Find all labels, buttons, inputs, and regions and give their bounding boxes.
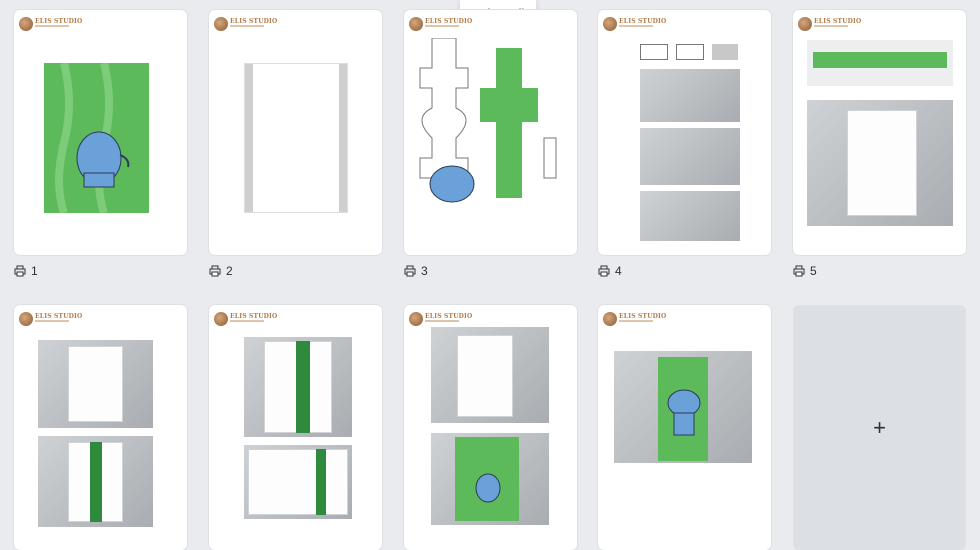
page-label-4: 4 xyxy=(598,264,622,278)
instruction-photo-3 xyxy=(640,191,740,241)
instruction-photo-top xyxy=(807,40,953,86)
instruction-photo-1 xyxy=(431,327,549,423)
page-thumbnail-9[interactable]: ELIS STUDIO xyxy=(598,305,771,550)
brand-logo: ELIS STUDIO xyxy=(19,312,82,326)
brand-logo: ELIS STUDIO xyxy=(214,17,277,31)
brand-logo: ELIS STUDIO xyxy=(409,17,472,31)
elephant-image xyxy=(667,389,701,436)
green-panel xyxy=(44,62,149,215)
page-thumbnail-2[interactable]: ELIS STUDIO xyxy=(209,10,382,255)
instruction-photo-2 xyxy=(431,433,549,525)
page-thumbnail-8[interactable]: ELIS STUDIO xyxy=(404,305,577,550)
cutout-template-image xyxy=(419,38,557,203)
add-page-button[interactable]: + xyxy=(793,305,966,550)
instruction-photo-1 xyxy=(38,340,153,428)
instruction-photo-1 xyxy=(640,69,740,122)
brand-logo: ELIS STUDIO xyxy=(603,17,666,31)
page-label-2: 2 xyxy=(209,264,233,278)
fold-diagram xyxy=(640,40,740,64)
page-thumbnail-6[interactable]: ELIS STUDIO xyxy=(14,305,187,550)
page-thumbnail-5[interactable]: ELIS STUDIO xyxy=(793,10,966,255)
elephant-back-image xyxy=(55,62,130,215)
page-thumbnail-4[interactable]: ELIS STUDIO xyxy=(598,10,771,255)
page-thumbnail-3[interactable]: ELIS STUDIO xyxy=(404,10,577,255)
instruction-photo-2 xyxy=(640,128,740,185)
blank-template-image xyxy=(244,63,348,213)
elephant-image xyxy=(475,473,501,503)
plus-icon: + xyxy=(873,414,886,440)
instruction-photo-2 xyxy=(38,436,153,527)
brand-logo: ELIS STUDIO xyxy=(603,312,666,326)
page-label-5: 5 xyxy=(793,264,817,278)
print-icon xyxy=(209,265,221,277)
print-icon xyxy=(404,265,416,277)
print-icon xyxy=(14,265,26,277)
instruction-photo-bottom xyxy=(807,100,953,226)
page-label-3: 3 xyxy=(404,264,428,278)
page-thumbnail-7[interactable]: ELIS STUDIO xyxy=(209,305,382,550)
page-thumbnail-1[interactable]: ELIS STUDIO xyxy=(14,10,187,255)
instruction-photo-final xyxy=(614,351,752,463)
brand-logo: ELIS STUDIO xyxy=(798,17,861,31)
print-icon xyxy=(598,265,610,277)
brand-logo: ELIS STUDIO xyxy=(214,312,277,326)
page-label-1: 1 xyxy=(14,264,38,278)
brand-logo: ELIS STUDIO xyxy=(409,312,472,326)
print-icon xyxy=(793,265,805,277)
brand-logo: ELIS STUDIO xyxy=(19,17,82,31)
instruction-photo-2 xyxy=(244,445,352,519)
instruction-photo-1 xyxy=(244,337,352,437)
